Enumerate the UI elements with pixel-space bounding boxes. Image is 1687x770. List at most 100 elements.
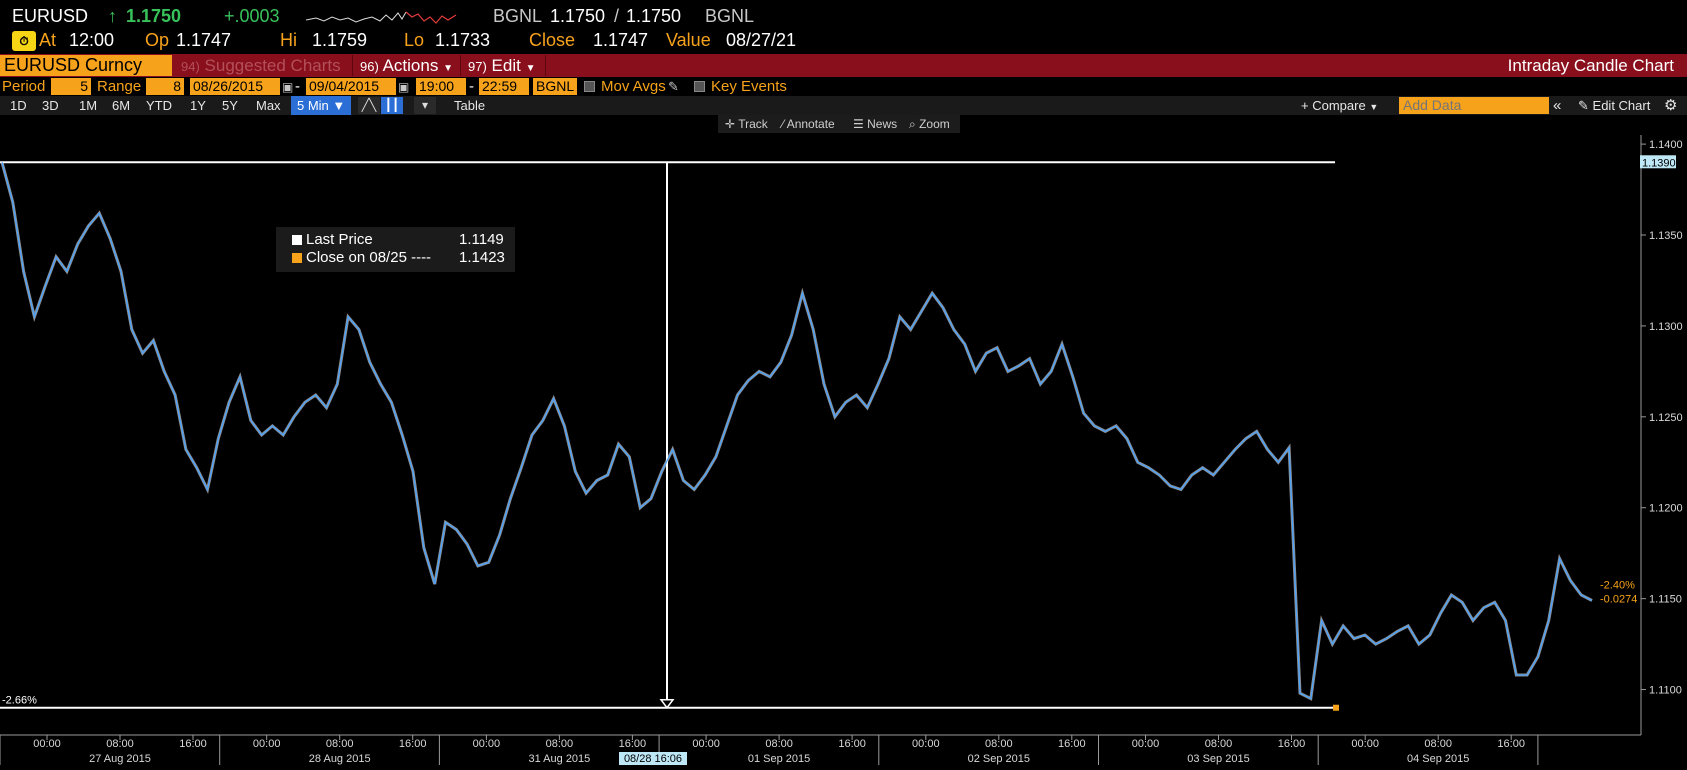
actions-number: 96): [360, 59, 379, 74]
range-6m-button[interactable]: 6M: [112, 96, 130, 115]
range-field[interactable]: 8: [146, 78, 184, 95]
chart-type-dropdown-icon[interactable]: ▾: [414, 97, 436, 114]
high-value: 1.1759: [312, 30, 368, 50]
range-5y-button[interactable]: 5Y: [222, 96, 238, 115]
y-tick-label: 1.1150: [1649, 594, 1682, 606]
start-time-field[interactable]: 19:00: [416, 78, 466, 95]
compare-label: Compare: [1312, 98, 1366, 113]
x-tick-label: 08:00: [765, 738, 793, 750]
table-button[interactable]: Table: [454, 96, 485, 115]
pencil-icon[interactable]: ✎: [668, 78, 679, 96]
period-label: Period: [2, 78, 46, 95]
x-tick-label: 08:00: [326, 738, 354, 750]
suggested-charts-button[interactable]: 94) Suggested Charts: [181, 55, 341, 76]
source-label-2: BGNL: [705, 6, 755, 26]
key-events-checkbox[interactable]: [694, 81, 705, 92]
end-time-field[interactable]: 22:59: [479, 78, 529, 95]
at-value: 12:00: [69, 30, 115, 50]
x-tick-label: 00:00: [473, 738, 501, 750]
y-tick-label: 1.1200: [1649, 503, 1683, 515]
price-change: +.0003: [224, 6, 280, 26]
x-tick-label: 00:00: [1351, 738, 1379, 750]
legend-close-value: 1.1423: [459, 249, 505, 266]
track-tool[interactable]: ✛ Track: [725, 115, 768, 133]
low-marker: [1333, 704, 1339, 711]
x-tick-label: 00:00: [33, 738, 61, 750]
x-day-label: 04 Sep 2015: [1407, 753, 1469, 765]
end-date-field[interactable]: 09/04/2015: [306, 78, 396, 95]
at-label: At: [39, 30, 57, 50]
ask-price: 1.1750: [626, 6, 682, 26]
legend-last-price-value: 1.1149: [459, 231, 504, 248]
close-swatch: [292, 253, 302, 263]
edit-chart-label: Edit Chart: [1592, 98, 1651, 113]
interval-select[interactable]: 5 Min ▼: [291, 96, 352, 115]
suggested-charts-number: 94): [181, 59, 200, 74]
add-data-input[interactable]: [1399, 97, 1549, 114]
news-label: News: [867, 117, 898, 131]
edit-chevron-down-icon: ▼: [525, 63, 536, 74]
command-divider: [352, 55, 353, 76]
ticker-symbol: EURUSD: [12, 6, 89, 26]
start-date-field[interactable]: 08/26/2015: [190, 78, 280, 95]
candle-chart-icon[interactable]: ┃┃: [381, 97, 403, 114]
range-3d-button[interactable]: 3D: [42, 96, 59, 115]
up-arrow-icon: ↑: [108, 6, 117, 26]
clock-icon[interactable]: ⏱: [12, 31, 36, 51]
start-calendar-icon[interactable]: ▣: [282, 78, 293, 96]
suggested-charts-label: Suggested Charts: [204, 56, 341, 75]
y-tick-label: 1.1300: [1649, 321, 1683, 333]
x-tick-label: 00:00: [912, 738, 940, 750]
annotate-tool[interactable]: ⁄ Annotate: [782, 115, 835, 133]
edit-chart-button[interactable]: ✎ Edit Chart: [1578, 96, 1650, 115]
range-1y-button[interactable]: 1Y: [190, 96, 206, 115]
actions-button[interactable]: 96) Actions ▼: [360, 55, 453, 76]
close-label: Close: [529, 30, 576, 50]
compare-button[interactable]: + Compare ▼: [1301, 96, 1378, 115]
source-label-1: BGNL: [493, 6, 543, 26]
y-tick-label: 1.1100: [1649, 685, 1682, 697]
news-tool[interactable]: ☰ News: [853, 115, 897, 133]
y-tick-label: 1.1350: [1649, 230, 1683, 242]
range-max-button[interactable]: Max: [256, 96, 281, 115]
period-field[interactable]: 5: [51, 78, 91, 95]
x-tick-label: 08:00: [546, 738, 574, 750]
news-icon: ☰: [853, 117, 864, 131]
x-axis: 00:00 08:00 16:00 00:00 08:00 16:00 00:00 08:00…: [0, 734, 1641, 765]
annotate-label: Annotate: [786, 117, 835, 131]
x-tick-label: 08:00: [106, 738, 134, 750]
price-chart[interactable]: 1.1400 1.1350 1.1300 1.1250 1.1200 1.1150 1.11…: [0, 135, 1687, 770]
command-divider: [545, 55, 546, 76]
x-tick-label: 16:00: [1278, 738, 1306, 750]
sparkline: [306, 11, 457, 24]
reference-lines: [0, 161, 1339, 711]
interval-chevron-down-icon: ▼: [332, 98, 346, 113]
range-1m-button[interactable]: 1M: [79, 96, 97, 115]
zoom-tool[interactable]: ⌕ Zoom: [909, 115, 950, 133]
security-field[interactable]: EURUSD Curncy: [0, 55, 172, 76]
range-ytd-button[interactable]: YTD: [146, 96, 172, 115]
interval-label: 5 Min: [297, 98, 329, 113]
mov-avgs-checkbox[interactable]: [584, 81, 595, 92]
edit-button[interactable]: 97) Edit ▼: [468, 55, 535, 76]
gear-icon[interactable]: ⚙: [1664, 96, 1677, 115]
x-tick-label: 16:00: [399, 738, 427, 750]
x-tick-label: 16:00: [1058, 738, 1086, 750]
value-label: Value: [666, 30, 711, 50]
x-tick-label: 16:00: [179, 738, 207, 750]
command-divider: [460, 55, 461, 76]
range-1d-button[interactable]: 1D: [10, 96, 27, 115]
x-tick-label: 08:00: [1205, 738, 1233, 750]
end-calendar-icon[interactable]: ▣: [398, 78, 409, 96]
magnifier-icon: ⌕: [909, 117, 916, 131]
collapse-icon[interactable]: «: [1553, 96, 1561, 115]
source-field[interactable]: BGNL: [533, 78, 577, 95]
y-tick-label: 1.1400: [1649, 139, 1683, 151]
close-value: 1.1747: [593, 30, 649, 50]
line-chart-icon[interactable]: ╱╲: [358, 97, 380, 114]
edit-label: Edit: [491, 56, 521, 75]
x-tick-label: 00:00: [692, 738, 720, 750]
x-day-label: 28 Aug 2015: [309, 753, 371, 765]
last-price-swatch: [292, 235, 302, 245]
mov-avgs-label: Mov Avgs: [601, 78, 666, 95]
